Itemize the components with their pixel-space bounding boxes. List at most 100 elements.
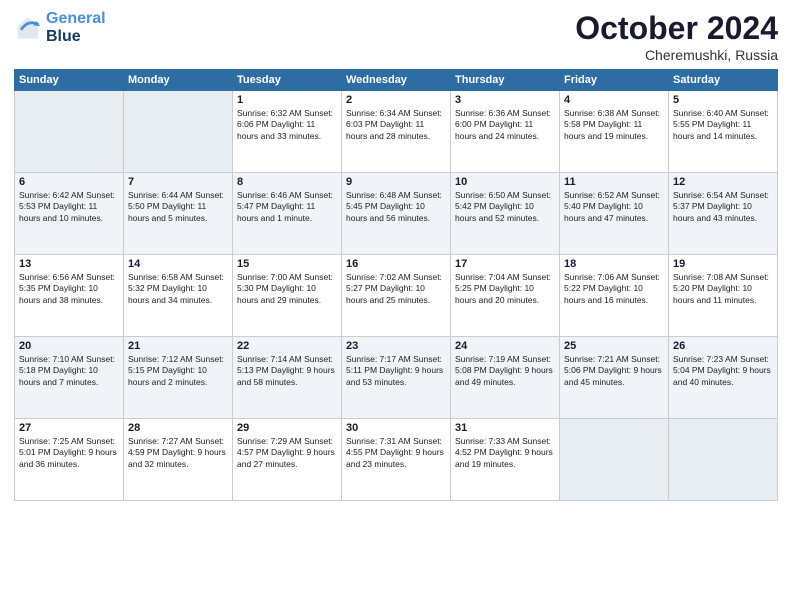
day-number: 19 [673, 258, 773, 270]
day-info: Sunrise: 7:25 AM Sunset: 5:01 PM Dayligh… [19, 436, 119, 470]
day-number: 16 [346, 258, 446, 270]
calendar-cell: 31 Sunrise: 7:33 AM Sunset: 4:52 PM Dayli… [451, 419, 560, 501]
calendar-cell: 23Sunrise: 7:17 AM Sunset: 5:11 PM Dayli… [342, 337, 451, 419]
day-number: 15 [237, 258, 337, 270]
col-header-saturday: Saturday [669, 70, 778, 91]
day-number: 11 [564, 176, 664, 188]
col-header-sunday: Sunday [15, 70, 124, 91]
calendar-cell: 18 Sunrise: 7:06 AM Sunset: 5:22 PM Dayli… [560, 255, 669, 337]
calendar-cell: 7 Sunrise: 6:44 AM Sunset: 5:50 PM Daylig… [124, 173, 233, 255]
logo: General Blue [14, 10, 106, 45]
calendar-cell: 21 Sunrise: 7:12 AM Sunset: 5:15 PM Dayli… [124, 337, 233, 419]
calendar-week-2: 6 Sunrise: 6:42 AM Sunset: 5:53 PM Daylig… [15, 173, 778, 255]
calendar-cell: 27 Sunrise: 7:25 AM Sunset: 5:01 PM Dayli… [15, 419, 124, 501]
day-number: 29 [237, 422, 337, 434]
day-number: 10 [455, 176, 555, 188]
calendar-cell [560, 419, 669, 501]
day-info: Sunrise: 7:10 AM Sunset: 5:18 PM Dayligh… [19, 354, 119, 388]
calendar-header-row: SundayMondayTuesdayWednesdayThursdayFrid… [15, 70, 778, 91]
day-info: Sunrise: 6:50 AM Sunset: 5:42 PM Dayligh… [455, 190, 555, 224]
day-number: 17 [455, 258, 555, 270]
calendar-cell: 29 Sunrise: 7:29 AM Sunset: 4:57 PM Dayli… [233, 419, 342, 501]
day-number: 21 [128, 340, 228, 352]
day-number: 12 [673, 176, 773, 188]
calendar: SundayMondayTuesdayWednesdayThursdayFrid… [14, 69, 778, 501]
day-number: 30 [346, 422, 446, 434]
day-info: Sunrise: 6:52 AM Sunset: 5:40 PM Dayligh… [564, 190, 664, 224]
day-info: Sunrise: 7:23 AM Sunset: 5:04 PM Dayligh… [673, 354, 773, 388]
day-number: 5 [673, 94, 773, 106]
calendar-cell: 14 Sunrise: 6:58 AM Sunset: 5:32 PM Dayli… [124, 255, 233, 337]
calendar-cell: 26 Sunrise: 7:23 AM Sunset: 5:04 PM Dayli… [669, 337, 778, 419]
calendar-cell [669, 419, 778, 501]
calendar-cell: 16 Sunrise: 7:02 AM Sunset: 5:27 PM Dayli… [342, 255, 451, 337]
day-number: 7 [128, 176, 228, 188]
header: General Blue October 2024 Cheremushki, R… [14, 10, 778, 63]
day-info: Sunrise: 7:21 AM Sunset: 5:06 PM Dayligh… [564, 354, 664, 388]
logo-icon [14, 14, 42, 42]
page: General Blue October 2024 Cheremushki, R… [0, 0, 792, 612]
title-block: October 2024 Cheremushki, Russia [575, 10, 778, 63]
day-number: 25 [564, 340, 664, 352]
calendar-week-3: 13Sunrise: 6:56 AM Sunset: 5:35 PM Dayli… [15, 255, 778, 337]
calendar-cell: 30Sunrise: 7:31 AM Sunset: 4:55 PM Dayli… [342, 419, 451, 501]
day-info: Sunrise: 7:00 AM Sunset: 5:30 PM Dayligh… [237, 272, 337, 306]
day-info: Sunrise: 6:42 AM Sunset: 5:53 PM Dayligh… [19, 190, 119, 224]
day-number: 22 [237, 340, 337, 352]
day-info: Sunrise: 6:46 AM Sunset: 5:47 PM Dayligh… [237, 190, 337, 224]
calendar-cell: 4 Sunrise: 6:38 AM Sunset: 5:58 PM Daylig… [560, 91, 669, 173]
calendar-cell: 15 Sunrise: 7:00 AM Sunset: 5:30 PM Dayli… [233, 255, 342, 337]
day-number: 2 [346, 94, 446, 106]
calendar-cell [15, 91, 124, 173]
day-info: Sunrise: 7:02 AM Sunset: 5:27 PM Dayligh… [346, 272, 446, 306]
day-info: Sunrise: 6:34 AM Sunset: 6:03 PM Dayligh… [346, 108, 446, 142]
day-info: Sunrise: 6:48 AM Sunset: 5:45 PM Dayligh… [346, 190, 446, 224]
day-number: 8 [237, 176, 337, 188]
day-number: 20 [19, 340, 119, 352]
day-number: 26 [673, 340, 773, 352]
calendar-cell: 12 Sunrise: 6:54 AM Sunset: 5:37 PM Dayli… [669, 173, 778, 255]
day-info: Sunrise: 7:12 AM Sunset: 5:15 PM Dayligh… [128, 354, 228, 388]
calendar-cell: 28 Sunrise: 7:27 AM Sunset: 4:59 PM Dayli… [124, 419, 233, 501]
day-info: Sunrise: 6:38 AM Sunset: 5:58 PM Dayligh… [564, 108, 664, 142]
calendar-cell: 6 Sunrise: 6:42 AM Sunset: 5:53 PM Daylig… [15, 173, 124, 255]
day-number: 27 [19, 422, 119, 434]
calendar-cell: 1 Sunrise: 6:32 AM Sunset: 6:06 PM Daylig… [233, 91, 342, 173]
calendar-cell [124, 91, 233, 173]
day-number: 24 [455, 340, 555, 352]
location: Cheremushki, Russia [575, 47, 778, 63]
day-info: Sunrise: 6:58 AM Sunset: 5:32 PM Dayligh… [128, 272, 228, 306]
day-number: 13 [19, 258, 119, 270]
day-info: Sunrise: 6:54 AM Sunset: 5:37 PM Dayligh… [673, 190, 773, 224]
day-number: 9 [346, 176, 446, 188]
calendar-week-4: 20 Sunrise: 7:10 AM Sunset: 5:18 PM Dayli… [15, 337, 778, 419]
day-number: 28 [128, 422, 228, 434]
day-info: Sunrise: 6:44 AM Sunset: 5:50 PM Dayligh… [128, 190, 228, 224]
day-info: Sunrise: 7:29 AM Sunset: 4:57 PM Dayligh… [237, 436, 337, 470]
day-number: 18 [564, 258, 664, 270]
day-info: Sunrise: 7:14 AM Sunset: 5:13 PM Dayligh… [237, 354, 337, 388]
day-info: Sunrise: 7:17 AM Sunset: 5:11 PM Dayligh… [346, 354, 446, 388]
day-info: Sunrise: 6:36 AM Sunset: 6:00 PM Dayligh… [455, 108, 555, 142]
day-number: 14 [128, 258, 228, 270]
day-number: 4 [564, 94, 664, 106]
col-header-wednesday: Wednesday [342, 70, 451, 91]
calendar-cell: 9 Sunrise: 6:48 AM Sunset: 5:45 PM Daylig… [342, 173, 451, 255]
calendar-cell: 19Sunrise: 7:08 AM Sunset: 5:20 PM Dayli… [669, 255, 778, 337]
day-number: 31 [455, 422, 555, 434]
calendar-cell: 5Sunrise: 6:40 AM Sunset: 5:55 PM Daylig… [669, 91, 778, 173]
day-info: Sunrise: 7:27 AM Sunset: 4:59 PM Dayligh… [128, 436, 228, 470]
day-info: Sunrise: 7:06 AM Sunset: 5:22 PM Dayligh… [564, 272, 664, 306]
calendar-cell: 22 Sunrise: 7:14 AM Sunset: 5:13 PM Dayli… [233, 337, 342, 419]
logo-text: General Blue [46, 10, 106, 45]
day-number: 1 [237, 94, 337, 106]
day-number: 6 [19, 176, 119, 188]
col-header-tuesday: Tuesday [233, 70, 342, 91]
day-info: Sunrise: 7:33 AM Sunset: 4:52 PM Dayligh… [455, 436, 555, 470]
day-info: Sunrise: 7:19 AM Sunset: 5:08 PM Dayligh… [455, 354, 555, 388]
calendar-cell: 2 Sunrise: 6:34 AM Sunset: 6:03 PM Daylig… [342, 91, 451, 173]
calendar-cell: 25 Sunrise: 7:21 AM Sunset: 5:06 PM Dayli… [560, 337, 669, 419]
day-info: Sunrise: 6:32 AM Sunset: 6:06 PM Dayligh… [237, 108, 337, 142]
calendar-cell: 20 Sunrise: 7:10 AM Sunset: 5:18 PM Dayli… [15, 337, 124, 419]
calendar-cell: 13Sunrise: 6:56 AM Sunset: 5:35 PM Dayli… [15, 255, 124, 337]
